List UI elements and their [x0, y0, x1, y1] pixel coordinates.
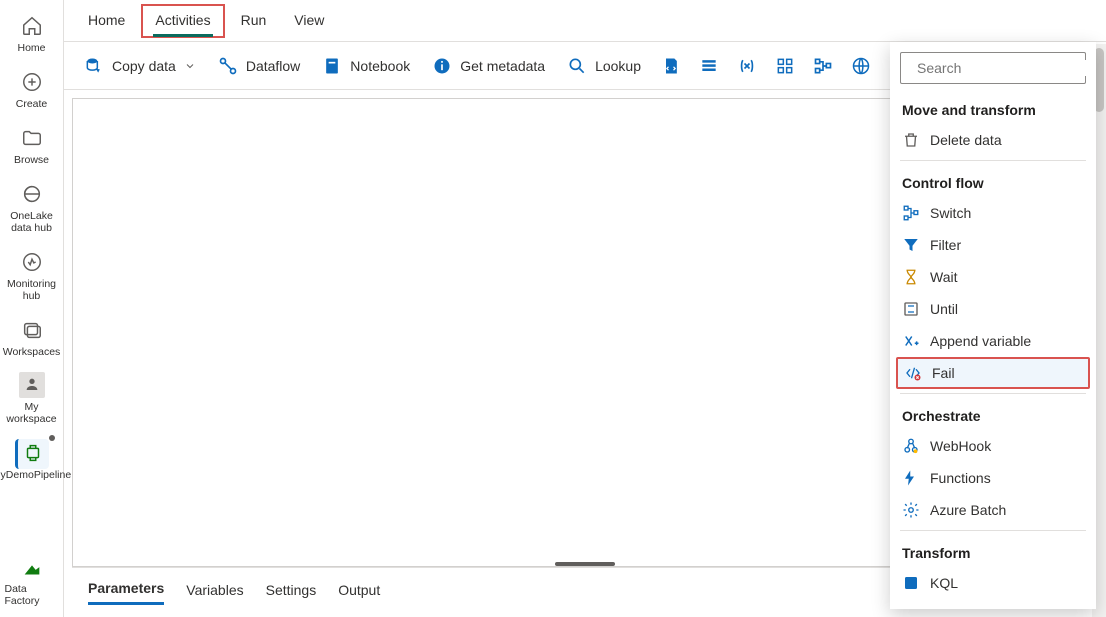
- button-label: Dataflow: [246, 58, 300, 74]
- unsaved-dot-icon: [49, 435, 55, 441]
- foreach-icon: [775, 56, 795, 76]
- fail-icon: [904, 364, 922, 382]
- monitoring-icon: [21, 251, 43, 273]
- rail-browse[interactable]: Browse: [3, 118, 61, 174]
- tab-output[interactable]: Output: [338, 582, 380, 604]
- pipeline-icon: [22, 442, 44, 464]
- plus-circle-icon: [21, 71, 43, 93]
- search-input[interactable]: [917, 60, 1096, 76]
- tab-settings[interactable]: Settings: [266, 582, 317, 604]
- foreach-button[interactable]: [767, 48, 803, 84]
- copy-data-icon: [84, 56, 104, 76]
- set-variable-button[interactable]: [729, 48, 765, 84]
- tab-variables[interactable]: Variables: [186, 582, 243, 604]
- trash-icon: [902, 131, 920, 149]
- script-icon: [661, 56, 681, 76]
- left-nav-rail: Home Create Browse OneLake data hub Moni…: [0, 0, 64, 617]
- rail-monitoring[interactable]: Monitoring hub: [3, 242, 61, 310]
- switch-icon: [902, 204, 920, 222]
- panel-splitter[interactable]: [555, 562, 615, 566]
- item-append-variable[interactable]: Append variable: [890, 325, 1096, 357]
- rail-my-workspace[interactable]: My workspace: [3, 366, 61, 433]
- rail-onelake[interactable]: OneLake data hub: [3, 174, 61, 242]
- variable-icon: [737, 56, 757, 76]
- rail-label: Create: [16, 98, 48, 110]
- group-transform: Transform: [890, 535, 1096, 567]
- until-icon: [902, 300, 920, 318]
- append-var-icon: [902, 332, 920, 350]
- item-wait[interactable]: Wait: [890, 261, 1096, 293]
- kql-icon: [902, 574, 920, 592]
- if-condition-button[interactable]: [805, 48, 841, 84]
- tab-view[interactable]: View: [282, 6, 336, 36]
- stored-proc-button[interactable]: [691, 48, 727, 84]
- get-metadata-button[interactable]: Get metadata: [422, 50, 555, 82]
- ribbon-tabs: Home Activities Run View: [64, 0, 1106, 42]
- rail-label: Workspaces: [3, 346, 61, 358]
- copy-data-button[interactable]: Copy data: [74, 50, 206, 82]
- rail-pipeline[interactable]: MyDemoPipeline: [3, 433, 61, 489]
- item-functions[interactable]: Functions: [890, 462, 1096, 494]
- rail-label: OneLake data hub: [5, 210, 59, 234]
- rail-label: Home: [17, 42, 45, 54]
- item-delete-data[interactable]: Delete data: [890, 124, 1096, 156]
- button-label: Lookup: [595, 58, 641, 74]
- rail-data-factory[interactable]: Data Factory: [3, 552, 61, 617]
- item-fail[interactable]: Fail: [896, 357, 1090, 389]
- rail-label: Data Factory: [5, 583, 59, 607]
- button-label: Copy data: [112, 58, 176, 74]
- item-until[interactable]: Until: [890, 293, 1096, 325]
- rail-label: Browse: [14, 154, 49, 166]
- button-label: Get metadata: [460, 58, 545, 74]
- web-button[interactable]: [843, 48, 879, 84]
- info-icon: [432, 56, 452, 76]
- group-orchestrate: Orchestrate: [890, 398, 1096, 430]
- workspaces-icon: [21, 319, 43, 341]
- rail-home[interactable]: Home: [3, 6, 61, 62]
- notebook-icon: [322, 56, 342, 76]
- tab-home[interactable]: Home: [76, 6, 137, 36]
- button-label: Notebook: [350, 58, 410, 74]
- gear-icon: [902, 501, 920, 519]
- search-icon: [567, 56, 587, 76]
- branch-icon: [813, 56, 833, 76]
- activities-dropdown: Move and transform Delete data Control f…: [890, 42, 1096, 609]
- item-filter[interactable]: Filter: [890, 229, 1096, 261]
- data-factory-icon: [21, 558, 43, 580]
- hourglass-icon: [902, 268, 920, 286]
- notebook-button[interactable]: Notebook: [312, 50, 420, 82]
- item-azure-batch[interactable]: Azure Batch: [890, 494, 1096, 526]
- chevron-down-icon: [184, 60, 196, 72]
- lookup-button[interactable]: Lookup: [557, 50, 651, 82]
- folder-icon: [21, 127, 43, 149]
- dataflow-icon: [218, 56, 238, 76]
- tab-run[interactable]: Run: [229, 6, 279, 36]
- item-kql[interactable]: KQL: [890, 567, 1096, 599]
- list-icon: [699, 56, 719, 76]
- dataflow-button[interactable]: Dataflow: [208, 50, 310, 82]
- item-webhook[interactable]: WebHook: [890, 430, 1096, 462]
- rail-label: My workspace: [5, 401, 59, 425]
- group-control-flow: Control flow: [890, 165, 1096, 197]
- onelake-icon: [21, 183, 43, 205]
- webhook-icon: [902, 437, 920, 455]
- home-icon: [21, 15, 43, 37]
- rail-label: MyDemoPipeline: [0, 469, 71, 481]
- tab-parameters[interactable]: Parameters: [88, 580, 164, 605]
- search-box[interactable]: [900, 52, 1086, 84]
- rail-label: Monitoring hub: [5, 278, 59, 302]
- rail-create[interactable]: Create: [3, 62, 61, 118]
- script-activity-button[interactable]: [653, 48, 689, 84]
- filter-icon: [902, 236, 920, 254]
- group-move-transform: Move and transform: [890, 92, 1096, 124]
- rail-workspaces[interactable]: Workspaces: [3, 310, 61, 366]
- functions-icon: [902, 469, 920, 487]
- main-area: Home Activities Run View Copy data Dataf…: [64, 0, 1106, 617]
- globe-icon: [851, 56, 871, 76]
- avatar-icon: [19, 372, 45, 398]
- tab-activities[interactable]: Activities: [141, 4, 224, 38]
- item-switch[interactable]: Switch: [890, 197, 1096, 229]
